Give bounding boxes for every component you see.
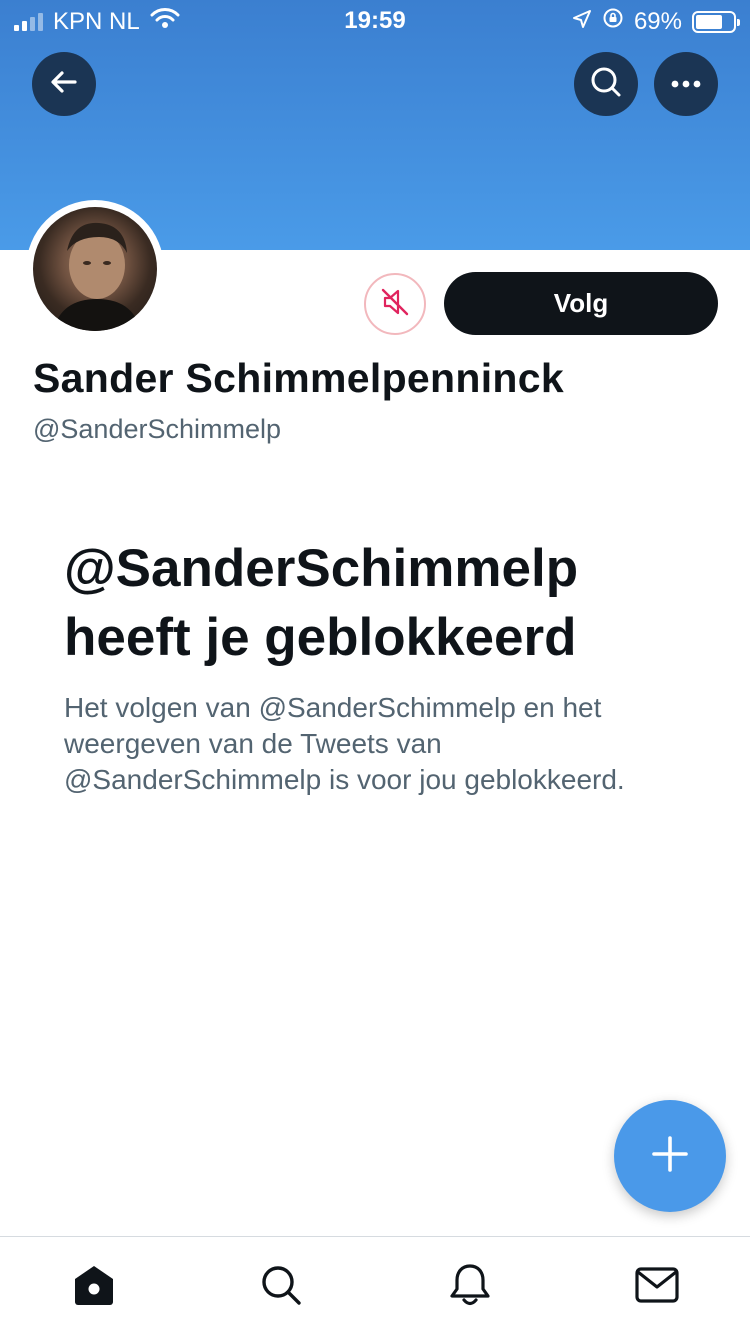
blocked-title: @SanderSchimmelp heeft je geblokkeerd bbox=[64, 539, 579, 667]
more-horizontal-icon bbox=[671, 75, 701, 93]
search-icon bbox=[259, 1263, 303, 1312]
plus-icon bbox=[650, 1134, 690, 1179]
home-icon bbox=[71, 1262, 117, 1313]
location-arrow-icon bbox=[572, 8, 592, 36]
status-right: 69% bbox=[572, 7, 740, 36]
tab-home[interactable] bbox=[70, 1263, 118, 1311]
unmute-button[interactable] bbox=[364, 273, 426, 335]
avatar-frame bbox=[26, 200, 164, 338]
profile-name: Sander Schimmelpenninck bbox=[33, 355, 564, 401]
battery-percent: 69% bbox=[633, 7, 682, 35]
tab-messages[interactable] bbox=[633, 1263, 681, 1311]
blocked-description: Het volgen van @SanderSchimmelp en het w… bbox=[64, 692, 625, 795]
more-options-button[interactable] bbox=[654, 52, 718, 116]
battery-icon bbox=[692, 10, 740, 33]
tab-notifications[interactable] bbox=[446, 1263, 494, 1311]
tab-explore[interactable] bbox=[257, 1263, 305, 1311]
arrow-left-icon bbox=[49, 67, 79, 102]
follow-button[interactable]: Volg bbox=[444, 272, 718, 335]
status-bar: KPN NL 19:59 69% bbox=[0, 0, 750, 40]
back-button[interactable] bbox=[32, 52, 96, 116]
avatar[interactable] bbox=[33, 207, 157, 331]
profile-handle: @SanderSchimmelp bbox=[33, 414, 282, 444]
search-icon bbox=[589, 65, 623, 104]
muted-speaker-icon bbox=[379, 286, 411, 323]
mail-icon bbox=[634, 1265, 680, 1310]
compose-tweet-button[interactable] bbox=[614, 1100, 726, 1212]
search-button[interactable] bbox=[574, 52, 638, 116]
rotation-lock-icon bbox=[602, 7, 624, 36]
bottom-tab-bar bbox=[0, 1236, 750, 1335]
bell-icon bbox=[448, 1262, 492, 1313]
